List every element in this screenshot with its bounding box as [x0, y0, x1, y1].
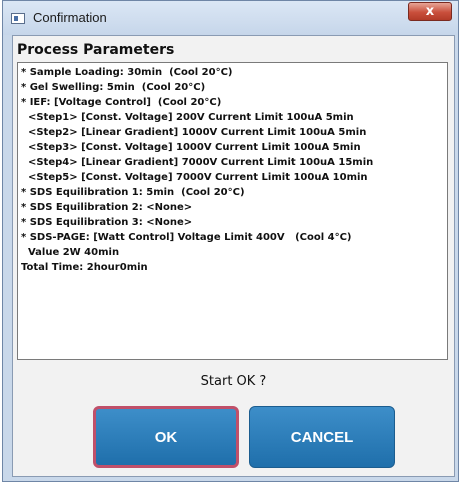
parameters-list[interactable]: * Sample Loading: 30min (Cool 20°C) * Ge…	[17, 62, 448, 360]
close-button[interactable]: x	[408, 2, 452, 21]
close-icon: x	[425, 4, 435, 19]
param-line: * IEF: [Voltage Control] (Cool 20°C)	[21, 97, 222, 108]
param-line: * SDS Equilibration 2: <None>	[21, 202, 193, 213]
window-title: Confirmation	[33, 10, 107, 25]
param-line: <Step1> [Const. Voltage] 200V Current Li…	[21, 112, 354, 123]
ok-button[interactable]: OK	[93, 406, 239, 468]
dialog-body: Process Parameters * Sample Loading: 30m…	[12, 35, 455, 477]
param-line: Value 2W 40min	[21, 247, 120, 258]
confirmation-window: Confirmation x Process Parameters * Samp…	[2, 0, 459, 482]
param-line: <Step2> [Linear Gradient] 1000V Current …	[21, 127, 367, 138]
param-line: * Sample Loading: 30min (Cool 20°C)	[21, 67, 233, 78]
window-icon	[11, 13, 25, 24]
param-line: <Step4> [Linear Gradient] 7000V Current …	[21, 157, 374, 168]
section-title: Process Parameters	[17, 42, 175, 58]
start-prompt: Start OK ?	[200, 374, 267, 389]
param-line: * Gel Swelling: 5min (Cool 20°C)	[21, 82, 206, 93]
param-line: * SDS Equilibration 1: 5min (Cool 20°C)	[21, 187, 245, 198]
param-line: <Step5> [Const. Voltage] 7000V Current L…	[21, 172, 368, 183]
cancel-button[interactable]: CANCEL	[249, 406, 395, 468]
param-line: * SDS Equilibration 3: <None>	[21, 217, 193, 228]
param-line: <Step3> [Const. Voltage] 1000V Current L…	[21, 142, 361, 153]
param-line: * SDS-PAGE: [Watt Control] Voltage Limit…	[21, 232, 352, 243]
title-bar[interactable]: Confirmation x	[3, 1, 458, 35]
param-line: Total Time: 2hour0min	[21, 262, 148, 273]
